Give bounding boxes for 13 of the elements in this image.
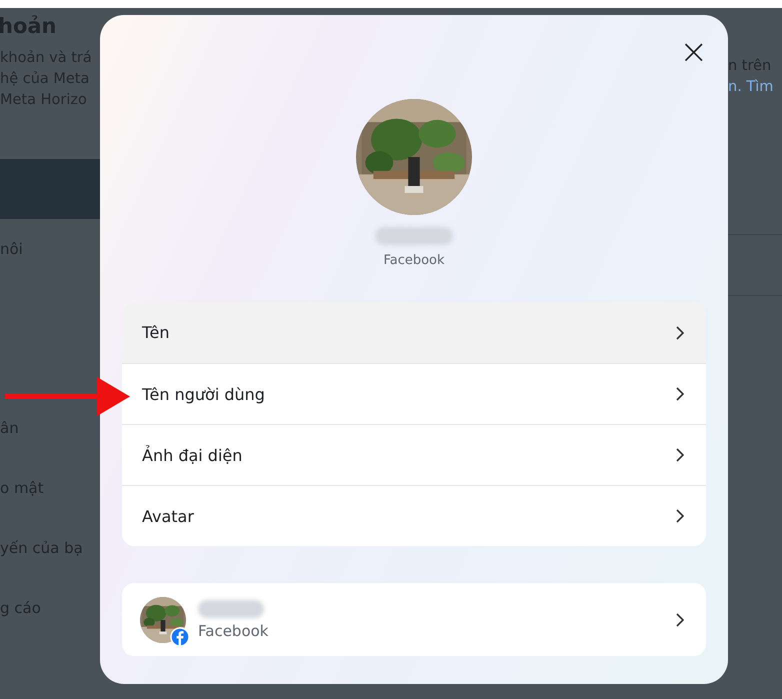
menu-label: Avatar (142, 506, 194, 526)
menu-item[interactable]: Tên (122, 302, 706, 363)
menu-label: Ảnh đại diện (142, 446, 242, 464)
menu-label: Tên (142, 323, 170, 342)
account-item[interactable]: Facebook (122, 583, 706, 656)
menu-label: Tên người dùng (142, 384, 265, 404)
learn-more-link[interactable]: n. Tìm (728, 77, 782, 98)
platform-label: Facebook (383, 253, 445, 268)
platform-label: Facebook (198, 622, 270, 640)
menu-item[interactable]: Ảnh đại diện (122, 424, 706, 485)
menu-item[interactable]: Tên người dùng (122, 363, 706, 424)
close-button[interactable]: × (676, 35, 712, 69)
menu-item[interactable]: Avatar (122, 485, 706, 546)
